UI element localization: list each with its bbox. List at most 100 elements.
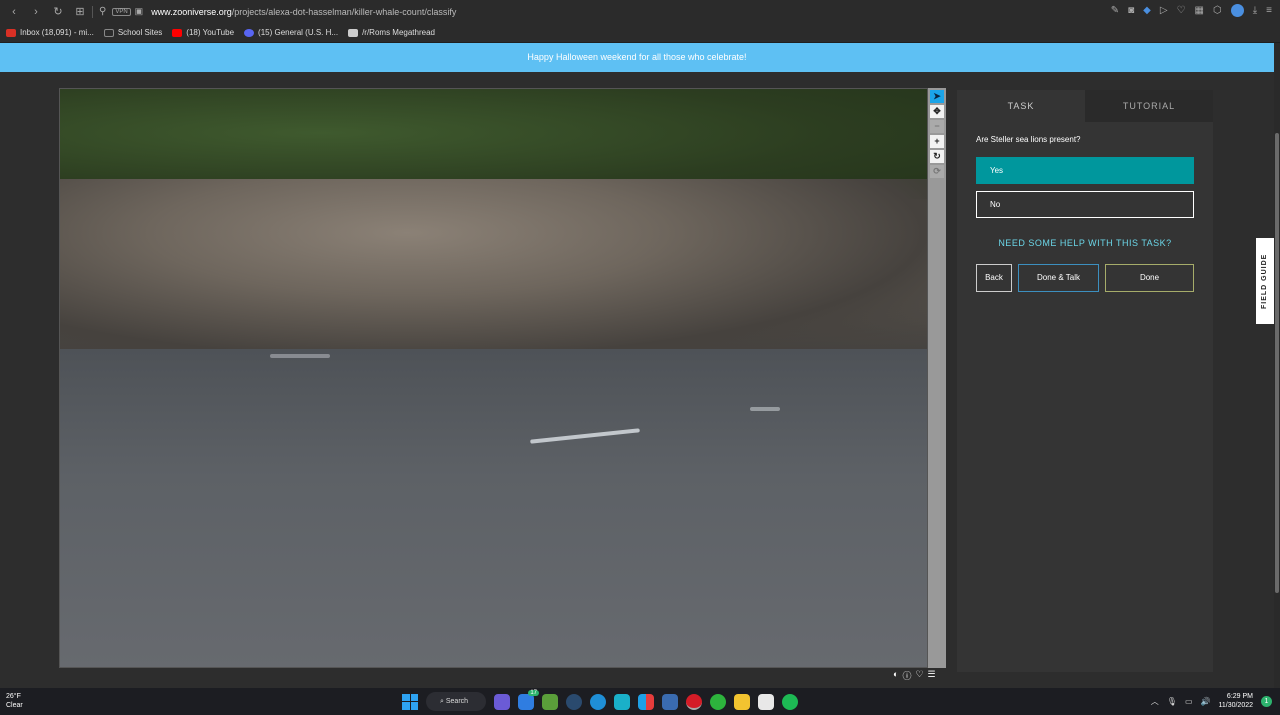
microphone-icon[interactable]: 🎙 [1167,697,1177,706]
image-toolbar: ➤ ✥ − + ↻ ⟳ [928,88,946,668]
xbox-icon[interactable] [710,693,726,710]
task-help-link[interactable]: NEED SOME HELP WITH THIS TASK? [957,238,1213,248]
search-label: Search [445,698,469,705]
edge-icon[interactable] [590,693,606,710]
heart-icon[interactable]: ♡ [1177,5,1186,16]
windows-taskbar: 26°F Clear ⌕ Search 17 ︿ 🎙 ▭ 🔊 6:29 PM 1… [0,688,1280,715]
tab-tutorial[interactable]: TUTORIAL [1085,90,1213,122]
favorite-icon[interactable]: ♡ [915,669,923,682]
clock-date: 11/30/2022 [1218,702,1253,709]
page-icon [348,28,359,37]
reload-icon[interactable]: ↻ [52,5,64,18]
weather-condition: Clear [6,702,23,709]
bookmark-label: /r/Roms Megathread [362,28,435,37]
subject-image[interactable] [59,88,928,668]
calendar-icon[interactable] [758,693,774,710]
bookmark-item[interactable]: Inbox (18,091) - mi... [6,28,94,37]
weather-widget[interactable]: 26°F Clear [6,692,23,710]
done-and-talk-button[interactable]: Done & Talk [1018,264,1099,292]
tabs-grid-icon[interactable]: ⊞ [74,5,86,18]
url-field[interactable]: www.zooniverse.org/projects/alexa-dot-ha… [151,7,456,17]
bookmark-label: (15) General (U.S. H... [258,28,339,37]
divider [92,5,93,18]
notification-badge[interactable]: 1 [1261,695,1272,707]
url-path: /projects/alexa-dot-hasselman/killer-wha… [231,6,457,17]
bookmark-label: School Sites [117,28,163,37]
extension-icon[interactable]: ▦ [1195,5,1204,16]
collections-icon[interactable]: ☰ [928,669,936,682]
invert-icon[interactable]: ◐ [893,669,898,682]
file-explorer-icon[interactable] [734,693,750,710]
gmail-icon [6,28,16,37]
discord-icon [244,28,255,37]
security-icon[interactable]: ⚲ [99,6,106,17]
back-button[interactable]: Back [976,264,1012,292]
zoom-out-icon[interactable]: − [930,120,944,133]
done-button[interactable]: Done [1105,264,1194,292]
taskbar-apps: ⌕ Search 17 [402,689,798,711]
minecraft-icon[interactable] [542,693,558,710]
shield-icon[interactable]: ◆ [1143,5,1151,16]
browser-address-bar: ‹ › ↻ ⊞ ⚲ VPN ▣ www.zooniverse.org/proje… [0,0,1280,23]
cube-icon[interactable]: ⬡ [1213,5,1222,16]
bookmark-item[interactable]: /r/Roms Megathread [348,28,435,37]
subject-meta-tools: ◐ ⓘ ♡ ☰ [893,669,936,682]
image-wave [750,407,780,411]
bookmark-item[interactable]: (15) General (U.S. H... [244,28,338,37]
answer-yes-button[interactable]: Yes [976,157,1194,184]
back-icon[interactable]: ‹ [8,6,20,18]
camera-icon[interactable]: ◙ [1128,5,1134,16]
page-scrollbar[interactable] [1274,43,1280,688]
bookmark-item[interactable]: School Sites [103,28,163,37]
task-panel: TASK TUTORIAL Are Steller sea lions pres… [957,90,1213,672]
network-icon[interactable]: ▭ [1185,697,1193,706]
menu-icon[interactable]: ≡ [1266,5,1272,16]
image-rocks [60,179,927,359]
system-tray: ︿ 🎙 ▭ 🔊 6:29 PM 11/30/2022 1 [1151,692,1272,710]
temperature: 26°F [6,693,21,700]
youtube-icon [172,28,183,37]
taskbar-search[interactable]: ⌕ Search [426,692,486,711]
answer-no-button[interactable]: No [976,191,1194,218]
bookmark-label: Inbox (18,091) - mi... [20,28,94,37]
avatar[interactable] [1230,4,1244,17]
volume-icon[interactable]: 🔊 [1201,697,1211,706]
switch-icon[interactable] [638,693,654,710]
ccleaner-icon[interactable] [614,693,630,710]
opera-icon[interactable] [686,693,702,710]
download-icon[interactable]: ⤓ [1253,5,1257,16]
chat-icon[interactable] [494,693,510,710]
image-water [60,349,927,667]
tab-task[interactable]: TASK [957,90,1085,122]
zoom-in-icon[interactable]: + [930,135,944,148]
send-icon[interactable]: ▷ [1160,5,1168,16]
scrollbar-thumb[interactable] [1275,133,1279,593]
task-question: Are Steller sea lions present? [976,135,1081,144]
lock-icon: ▣ [134,6,144,16]
spotify-icon[interactable] [782,693,798,710]
windows-start-icon[interactable] [402,693,418,710]
vpn-badge[interactable]: VPN [112,7,131,16]
image-wave [270,354,330,358]
edit-icon[interactable]: ✎ [1111,5,1119,16]
rotate-icon[interactable]: ↻ [930,150,944,163]
folder-icon [103,28,114,37]
app-badge: 17 [528,689,539,696]
bookmark-label: (18) YouTube [186,28,235,37]
pan-icon[interactable]: ✥ [930,105,944,118]
remote-desktop-icon[interactable] [662,693,678,710]
task-tabs: TASK TUTORIAL [957,90,1213,122]
clock[interactable]: 6:29 PM 11/30/2022 [1218,692,1253,710]
info-icon[interactable]: ⓘ [902,669,911,682]
chevron-up-icon[interactable]: ︿ [1151,696,1159,707]
steam-icon[interactable] [566,693,582,710]
field-guide-tab[interactable]: FIELD GUIDE [1256,238,1274,324]
announcement-banner: Happy Halloween weekend for all those wh… [0,43,1274,72]
pointer-icon[interactable]: ➤ [930,90,944,103]
bookmark-item[interactable]: (18) YouTube [172,28,234,37]
forward-icon[interactable]: › [30,6,42,18]
reset-icon[interactable]: ⟳ [930,165,944,178]
bookmarks-bar: Inbox (18,091) - mi... School Sites (18)… [0,23,1280,42]
store-icon[interactable]: 17 [518,689,539,710]
url-domain: www.zooniverse.org [151,6,232,17]
